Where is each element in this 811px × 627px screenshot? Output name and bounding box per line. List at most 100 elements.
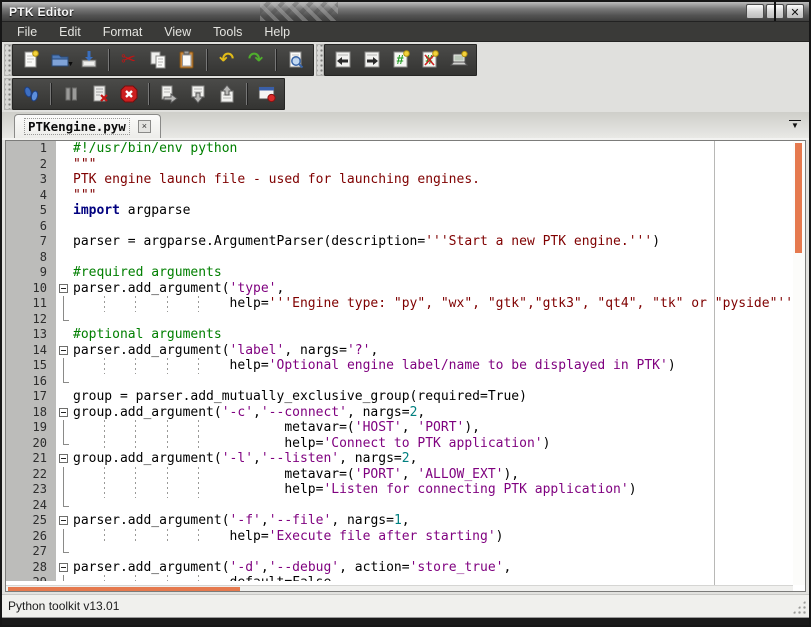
code-line[interactable]: 1#!/usr/bin/env python: [6, 141, 805, 157]
code-line[interactable]: 23 help='Listen for connecting PTK appli…: [6, 482, 805, 498]
fold-margin: [56, 529, 73, 545]
run-script-button[interactable]: [445, 47, 472, 74]
code-line[interactable]: 29 default=False,: [6, 575, 805, 581]
code-line[interactable]: 20 help='Connect to PTK application'): [6, 436, 805, 452]
code-line[interactable]: 16: [6, 374, 805, 390]
tab-ptkengine[interactable]: PTKengine.pyw ×: [14, 114, 161, 138]
export-file-button[interactable]: [213, 81, 240, 108]
indent-button[interactable]: [358, 47, 385, 74]
code-line[interactable]: 10parser.add_argument('type',: [6, 281, 805, 297]
console-toolbar-grip[interactable]: [4, 78, 12, 110]
code-line[interactable]: 3PTK engine launch file - used for launc…: [6, 172, 805, 188]
open-file-button[interactable]: ▼: [46, 47, 73, 74]
code-line[interactable]: 2""": [6, 157, 805, 173]
fold-margin: [56, 374, 73, 390]
code-line[interactable]: 9#required arguments: [6, 265, 805, 281]
fold-toggle-icon[interactable]: [56, 343, 73, 359]
paste-button[interactable]: [173, 47, 200, 74]
clear-console-button[interactable]: [86, 81, 113, 108]
menu-edit[interactable]: Edit: [48, 23, 92, 41]
copy-icon: [147, 49, 169, 71]
uncomment-button[interactable]: #: [416, 47, 443, 74]
fold-toggle-icon[interactable]: [56, 560, 73, 576]
tab-list-dropdown-icon[interactable]: ▼: [789, 120, 801, 131]
save-file-button[interactable]: [75, 47, 102, 74]
code-text: [73, 312, 805, 328]
menu-tools[interactable]: Tools: [202, 23, 253, 41]
dedent-button[interactable]: [329, 47, 356, 74]
fold-toggle-icon[interactable]: [56, 405, 73, 421]
code-text: parser.add_argument('-f','--file', nargs…: [73, 513, 805, 529]
code-line[interactable]: 27: [6, 544, 805, 560]
cut-button[interactable]: ✂: [115, 47, 142, 74]
dedent-icon: [332, 49, 354, 71]
code-line[interactable]: 28parser.add_argument('-d','--debug', ac…: [6, 560, 805, 576]
debug-window-button[interactable]: [253, 81, 280, 108]
stop-button[interactable]: [115, 81, 142, 108]
fold-toggle-icon[interactable]: [56, 281, 73, 297]
menu-file[interactable]: File: [6, 23, 48, 41]
menu-view[interactable]: View: [153, 23, 202, 41]
code-line[interactable]: 8: [6, 250, 805, 266]
clear-console-icon: [89, 83, 111, 105]
fold-margin: [56, 219, 73, 235]
menu-help[interactable]: Help: [253, 23, 301, 41]
code-text: #!/usr/bin/env python: [73, 141, 805, 157]
code-line[interactable]: 19 metavar=('HOST', 'PORT'),: [6, 420, 805, 436]
code-line[interactable]: 4""": [6, 188, 805, 204]
code-editor[interactable]: 1#!/usr/bin/env python2"""3PTK engine la…: [5, 140, 806, 592]
fold-toggle-icon[interactable]: [56, 513, 73, 529]
code-line[interactable]: 26 help='Execute file after starting'): [6, 529, 805, 545]
code-line[interactable]: 14parser.add_argument('label', nargs='?'…: [6, 343, 805, 359]
line-number: 28: [6, 560, 56, 576]
code-text: parser.add_argument('type',: [73, 281, 805, 297]
code-line[interactable]: 24: [6, 498, 805, 514]
code-text: help='Execute file after starting'): [73, 529, 805, 545]
pause-button[interactable]: [57, 81, 84, 108]
code-line[interactable]: 17group = parser.add_mutually_exclusive_…: [6, 389, 805, 405]
tab-close-button[interactable]: ×: [138, 120, 151, 133]
comment-button[interactable]: #: [387, 47, 414, 74]
import-file-button[interactable]: [184, 81, 211, 108]
code-line[interactable]: 22 metavar=('PORT', 'ALLOW_EXT'),: [6, 467, 805, 483]
vertical-scrollbar[interactable]: [793, 141, 805, 585]
resize-grip[interactable]: [792, 600, 806, 614]
code-line[interactable]: 15 help='Optional engine label/name to b…: [6, 358, 805, 374]
titlebar[interactable]: PTK Editor ✕: [2, 2, 809, 22]
horizontal-scrollbar[interactable]: [6, 585, 793, 591]
file-toolbar-grip[interactable]: [4, 44, 12, 76]
code-line[interactable]: 6: [6, 219, 805, 235]
code-text: group.add_argument('-c','--connect', nar…: [73, 405, 805, 421]
redo-button[interactable]: ↷: [242, 47, 269, 74]
minimize-button[interactable]: [746, 4, 764, 19]
console-toolbar-panel: [12, 78, 285, 110]
fold-margin: [56, 141, 73, 157]
undo-button[interactable]: ↶: [213, 47, 240, 74]
fold-margin: [56, 482, 73, 498]
vertical-scrollbar-thumb[interactable]: [795, 143, 802, 253]
run-file-button[interactable]: [155, 81, 182, 108]
fold-toggle-icon[interactable]: [56, 451, 73, 467]
new-file-button[interactable]: [17, 47, 44, 74]
code-line[interactable]: 18group.add_argument('-c','--connect', n…: [6, 405, 805, 421]
find-button[interactable]: [282, 47, 309, 74]
maximize-button[interactable]: [766, 4, 784, 19]
code-line[interactable]: 7parser = argparse.ArgumentParser(descri…: [6, 234, 805, 250]
console-button[interactable]: [17, 81, 44, 108]
code-line[interactable]: 12: [6, 312, 805, 328]
code-line[interactable]: 11 help='''Engine type: "py", "wx", "gtk…: [6, 296, 805, 312]
indent-toolbar-panel: ##: [324, 44, 477, 76]
indent-toolbar-grip[interactable]: [316, 44, 324, 76]
code-line[interactable]: 5import argparse: [6, 203, 805, 219]
close-button[interactable]: ✕: [786, 4, 804, 19]
copy-button[interactable]: [144, 47, 171, 74]
fold-margin: [56, 544, 73, 560]
fold-margin: [56, 172, 73, 188]
code-line[interactable]: 21group.add_argument('-l','--listen', na…: [6, 451, 805, 467]
indent-toolbar: ##: [316, 44, 477, 76]
code-line[interactable]: 25parser.add_argument('-f','--file', nar…: [6, 513, 805, 529]
code-line[interactable]: 13#optional arguments: [6, 327, 805, 343]
horizontal-scrollbar-thumb[interactable]: [8, 587, 240, 591]
menu-format[interactable]: Format: [92, 23, 154, 41]
line-number: 13: [6, 327, 56, 343]
